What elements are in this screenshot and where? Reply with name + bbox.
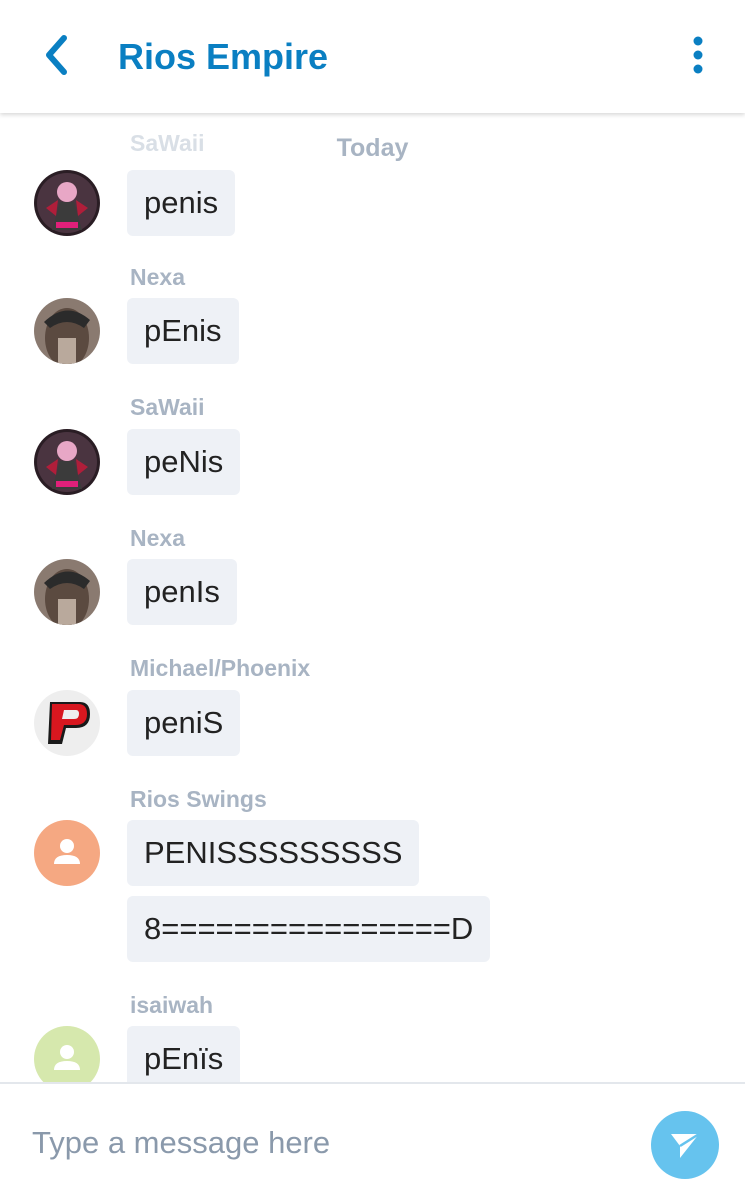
red-p-logo-avatar <box>34 690 100 756</box>
avatar[interactable] <box>34 690 100 756</box>
message-list[interactable]: Today SaWaii penis Nexa pEnis SaWaii peN… <box>0 116 745 1082</box>
avatar[interactable] <box>34 559 100 625</box>
message-bubble[interactable]: penis <box>127 170 236 236</box>
app-header: Rios Empire <box>0 0 745 113</box>
chevron-left-icon <box>46 35 67 75</box>
message-bubble[interactable]: pEnïs <box>127 1026 241 1082</box>
message-sender: SaWaii <box>130 394 205 420</box>
send-button[interactable] <box>651 1111 719 1179</box>
more-options-button[interactable] <box>683 34 713 78</box>
send-icon <box>671 1132 700 1158</box>
default-user-avatar <box>54 1045 80 1070</box>
message-bubble[interactable]: 8================D <box>127 896 491 962</box>
message-composer <box>0 1082 745 1200</box>
nexa-photo-avatar <box>34 559 100 625</box>
message-sender: isaiwah <box>130 992 214 1018</box>
avatar[interactable] <box>34 1026 100 1082</box>
avatar[interactable] <box>34 170 100 236</box>
back-button[interactable] <box>34 30 84 80</box>
avatar[interactable] <box>34 429 100 495</box>
avatar[interactable] <box>34 820 100 886</box>
date-separator: Today <box>336 134 409 162</box>
message-sender: SaWaii <box>130 130 205 156</box>
message-input[interactable] <box>32 1118 612 1168</box>
message-bubble[interactable]: penIs <box>127 559 237 625</box>
more-vertical-icon <box>693 36 703 74</box>
message-bubble[interactable]: peniS <box>127 690 241 756</box>
nexa-photo-avatar <box>34 298 100 364</box>
sawaii-anime-avatar <box>34 170 100 236</box>
message-sender: Nexa <box>130 264 185 290</box>
message-sender: Michael/Phoenix <box>130 655 311 681</box>
sawaii-anime-avatar <box>34 429 100 495</box>
message-sender: Nexa <box>130 525 185 551</box>
message-sender: Rios Swings <box>130 786 267 812</box>
chat-screen: Rios Empire Today SaWaii penis Nexa pEni… <box>0 0 745 1200</box>
chat-title: Rios Empire <box>118 36 329 77</box>
message-bubble[interactable]: PENISSSSSSSSS <box>127 820 420 886</box>
message-bubble[interactable]: pEnis <box>127 298 239 364</box>
message-bubble[interactable]: peNis <box>127 429 241 495</box>
default-user-avatar <box>54 839 80 864</box>
avatar[interactable] <box>34 298 100 364</box>
